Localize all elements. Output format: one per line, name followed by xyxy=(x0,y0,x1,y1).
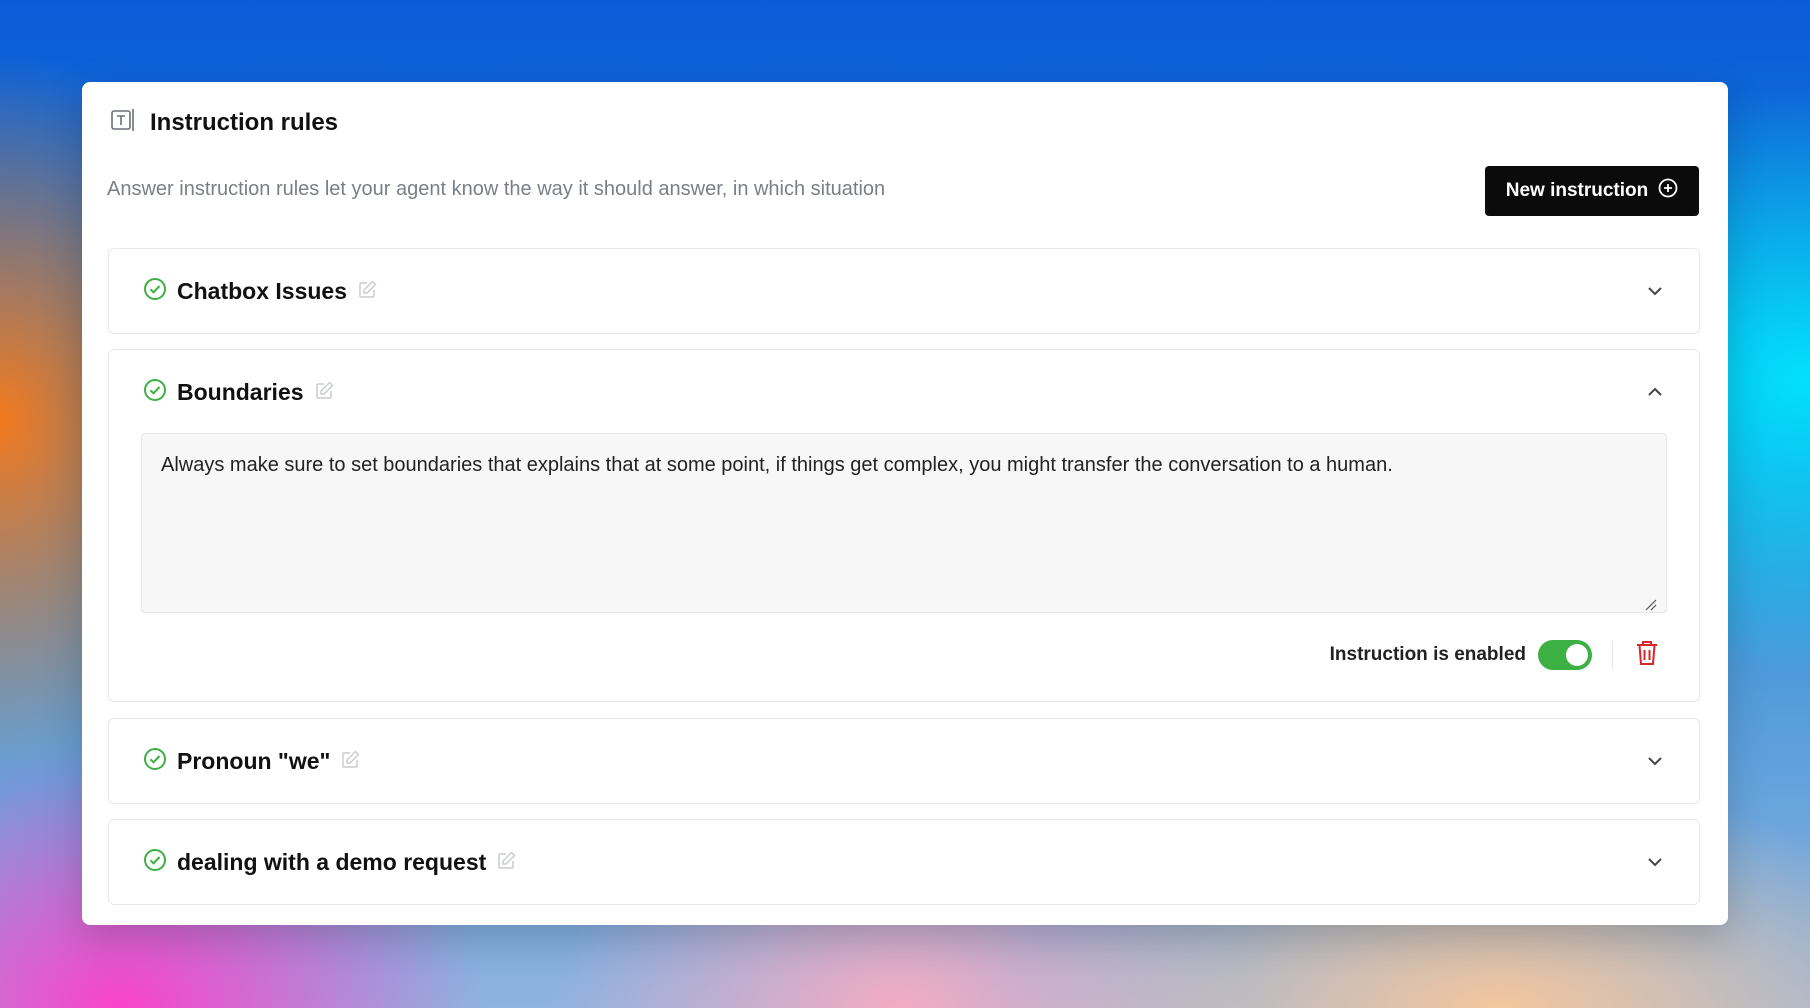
instruction-text-input[interactable]: Always make sure to set boundaries that … xyxy=(141,433,1667,613)
divider xyxy=(1612,641,1613,669)
edit-icon[interactable] xyxy=(340,748,362,775)
rule-header[interactable]: dealing with a demo request xyxy=(143,820,518,904)
page-subtitle: Answer instruction rules let your agent … xyxy=(107,178,886,200)
rule-header[interactable]: Boundaries xyxy=(143,350,336,434)
rule-item: Chatbox Issues xyxy=(108,248,1700,334)
trash-icon xyxy=(1634,639,1660,672)
chevron-up-icon[interactable] xyxy=(1645,382,1665,402)
rule-item: Pronoun "we" xyxy=(108,718,1700,804)
check-circle-icon xyxy=(143,378,167,407)
check-circle-icon xyxy=(143,848,167,877)
rule-title: Boundaries xyxy=(177,378,304,405)
panel-header: Instruction rules xyxy=(110,106,338,139)
delete-button[interactable] xyxy=(1633,640,1661,670)
check-circle-icon xyxy=(143,277,167,306)
chevron-down-icon[interactable] xyxy=(1645,751,1665,771)
rule-item: Boundaries Always make sure to set bound… xyxy=(108,349,1700,702)
new-instruction-button[interactable]: New instruction xyxy=(1485,166,1699,216)
edit-icon[interactable] xyxy=(496,849,518,876)
rule-header[interactable]: Chatbox Issues xyxy=(143,249,379,333)
plus-circle-icon xyxy=(1658,178,1678,204)
text-box-icon xyxy=(110,106,138,139)
new-instruction-label: New instruction xyxy=(1505,180,1649,201)
rule-header[interactable]: Pronoun "we" xyxy=(143,719,362,803)
enabled-toggle[interactable] xyxy=(1538,640,1592,670)
instruction-rules-panel: Instruction rules Answer instruction rul… xyxy=(82,82,1728,925)
chevron-down-icon[interactable] xyxy=(1645,852,1665,872)
rule-title: dealing with a demo request xyxy=(177,848,487,875)
edit-icon[interactable] xyxy=(357,278,379,305)
check-circle-icon xyxy=(143,747,167,776)
rule-footer: Instruction is enabled xyxy=(1330,637,1661,673)
rule-item: dealing with a demo request xyxy=(108,819,1700,905)
edit-icon[interactable] xyxy=(314,379,336,406)
rule-title: Chatbox Issues xyxy=(177,277,347,304)
page-title: Instruction rules xyxy=(150,108,339,136)
chevron-down-icon[interactable] xyxy=(1645,281,1665,301)
enabled-label: Instruction is enabled xyxy=(1329,644,1526,665)
resize-handle-icon[interactable] xyxy=(1645,598,1657,611)
rule-title: Pronoun "we" xyxy=(177,747,331,774)
toggle-knob xyxy=(1566,644,1588,666)
